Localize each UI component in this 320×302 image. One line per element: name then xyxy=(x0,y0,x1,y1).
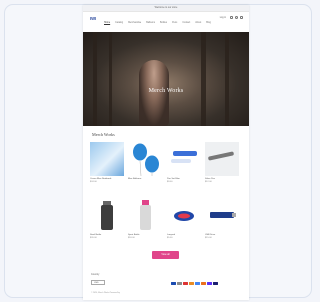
product-image xyxy=(205,198,239,232)
main-nav: Home Catalog Merchandise Balloons Bottles Pen… xyxy=(104,16,211,26)
country-label: Country xyxy=(91,273,100,276)
nav-item-home[interactable]: Home xyxy=(104,22,110,24)
announcement-bar: Welcome to our store xyxy=(83,5,249,12)
section-title: Merch Works xyxy=(92,132,115,137)
discover-icon xyxy=(189,282,194,285)
nav-item-catalog[interactable]: Catalog xyxy=(115,22,123,24)
product-card[interactable]: Silver Pen $12.00 xyxy=(205,142,239,183)
product-price: $15.00 xyxy=(205,236,212,239)
pen-icon xyxy=(171,151,197,163)
product-price: $9.00 xyxy=(167,180,173,183)
product-card[interactable]: Ocean Blue Notebook $24.00 xyxy=(90,142,124,183)
currency-select[interactable]: USD xyxy=(91,280,105,285)
nav-item-pens[interactable]: Pens xyxy=(172,22,177,24)
product-image xyxy=(90,142,124,176)
silver-pen-icon xyxy=(208,151,234,161)
apple-pay-icon xyxy=(177,282,182,285)
product-price: $18.00 xyxy=(128,236,135,239)
site-header: IWI Home Catalog Merchandise Balloons Bottle… xyxy=(83,12,249,32)
product-card[interactable]: USB Drive $15.00 xyxy=(205,198,239,239)
product-price: $20.00 xyxy=(90,236,97,239)
product-card[interactable]: Sport Bottle $18.00 xyxy=(128,198,162,239)
nav-item-contact[interactable]: Contact xyxy=(182,22,190,24)
product-name: Blue Balloons xyxy=(128,178,142,180)
product-card[interactable]: Blue Balloons xyxy=(128,142,162,181)
view-all-button[interactable]: View all xyxy=(152,251,179,259)
nav-item-blog[interactable]: Blog xyxy=(206,22,211,24)
product-image xyxy=(205,142,239,176)
balloon-icon xyxy=(133,143,159,177)
product-card[interactable]: Pen Set Blue $9.00 xyxy=(167,142,201,183)
product-image xyxy=(128,198,162,232)
nav-item-about[interactable]: About xyxy=(195,22,201,24)
sport-bottle-icon xyxy=(140,200,151,230)
copyright-text: © 2024, Merch Works Powered by xyxy=(91,292,120,294)
header-actions: Log in xyxy=(220,16,243,19)
mastercard-icon xyxy=(201,282,206,285)
amex-icon xyxy=(171,282,176,285)
hero-tree xyxy=(109,32,112,126)
login-link[interactable]: Log in xyxy=(220,17,226,19)
shop-pay-icon xyxy=(207,282,212,285)
hero-title: Merch Works xyxy=(148,88,184,94)
store-page: Welcome to our store IWI Home Catalog Merc… xyxy=(83,5,249,300)
cart-icon[interactable] xyxy=(240,16,243,19)
product-price: $5.00 xyxy=(167,236,173,239)
product-price: $12.00 xyxy=(205,180,212,183)
product-image xyxy=(167,198,201,232)
lanyard-icon xyxy=(174,211,194,221)
product-image xyxy=(128,142,162,177)
hero-tree xyxy=(201,32,206,126)
search-icon[interactable] xyxy=(230,16,233,19)
product-image xyxy=(90,198,124,232)
account-icon[interactable] xyxy=(235,16,238,19)
hero-banner: Merch Works xyxy=(83,32,249,126)
hero-tree xyxy=(225,32,229,126)
google-pay-icon xyxy=(195,282,200,285)
bottle-icon xyxy=(101,201,113,230)
hero-tree xyxy=(93,32,97,126)
usb-drive-icon xyxy=(210,212,236,218)
store-logo[interactable]: IWI xyxy=(90,15,100,22)
product-price: $24.00 xyxy=(90,180,97,183)
product-card[interactable]: Lanyard $5.00 xyxy=(167,198,201,239)
product-image xyxy=(167,142,201,176)
payment-icons xyxy=(171,282,218,285)
nav-item-merchandise[interactable]: Merchandise xyxy=(128,22,141,24)
nav-item-bottles[interactable]: Bottles xyxy=(160,22,167,24)
nav-item-balloons[interactable]: Balloons xyxy=(146,22,155,24)
visa-icon xyxy=(213,282,218,285)
diners-icon xyxy=(183,282,188,285)
product-card[interactable]: Steel Bottle $20.00 xyxy=(90,198,124,239)
